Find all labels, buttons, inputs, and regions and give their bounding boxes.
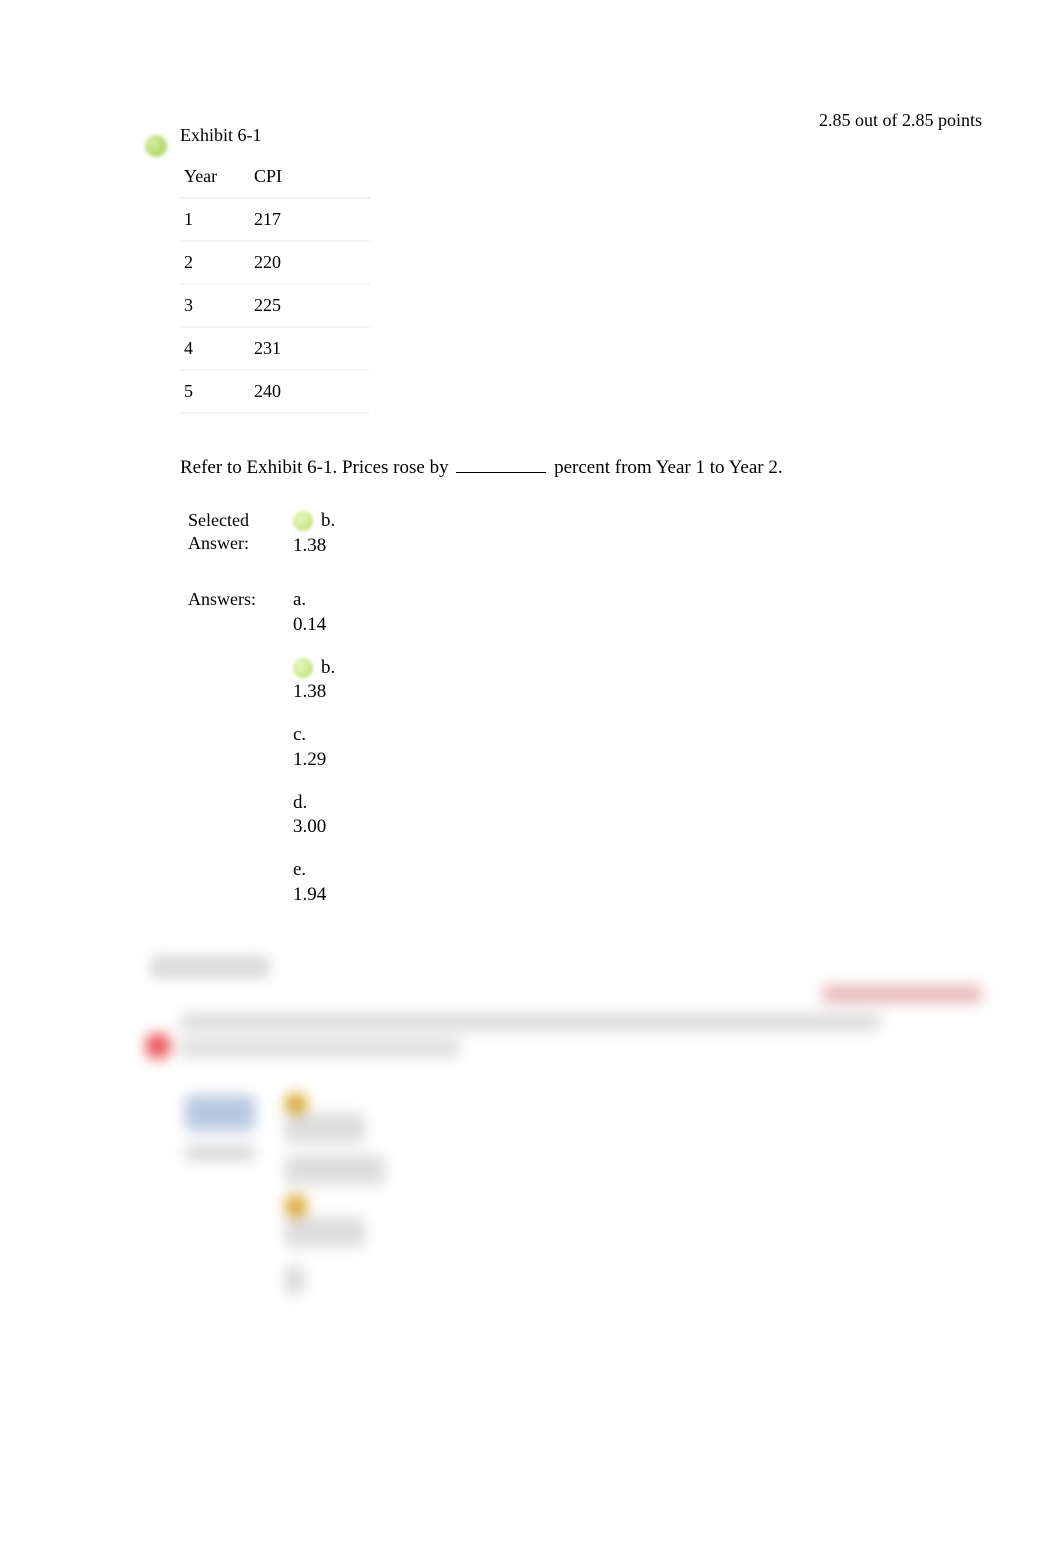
answers-label: Answers: — [188, 588, 273, 611]
correct-icon — [293, 511, 313, 531]
answer-value: 1.29 — [293, 748, 335, 773]
blurred-text-line — [180, 1039, 460, 1057]
cell-cpi: 225 — [250, 284, 370, 327]
answer-letter: d. — [293, 791, 307, 816]
cell-cpi: 217 — [250, 198, 370, 241]
answer-value: 1.94 — [293, 883, 335, 908]
selected-answer-letter: b. — [321, 509, 335, 534]
correct-icon — [293, 658, 313, 678]
cell-year: 1 — [180, 198, 250, 241]
blurred-option — [285, 1265, 305, 1295]
blurred-option — [285, 1155, 385, 1185]
blurred-correct-icon — [285, 1195, 307, 1217]
cell-year: 4 — [180, 327, 250, 370]
answer-value: 0.14 — [293, 613, 335, 638]
table-row: 5240 — [180, 370, 370, 413]
blurred-correct-icon — [285, 1093, 307, 1115]
answers-list-row: Answers: a. 0.14 b. 1.38 c. 1.29 — [188, 588, 982, 925]
blurred-option — [285, 1217, 365, 1247]
cell-year: 2 — [180, 241, 250, 284]
blurred-next-question — [145, 985, 1002, 1305]
answer-value: 3.00 — [293, 815, 335, 840]
answer-option-b: b. 1.38 — [293, 656, 335, 705]
answer-letter: b. — [321, 656, 335, 681]
question-block: Exhibit 6-1 Year CPI 1217 2220 3225 4231… — [0, 0, 1062, 925]
cell-year: 3 — [180, 284, 250, 327]
cell-cpi: 231 — [250, 327, 370, 370]
answers-block: Selected Answer: b. 1.38 Answers: a. 0.1… — [188, 509, 982, 925]
answer-option-c: c. 1.29 — [293, 723, 335, 772]
table-row: 1217 — [180, 198, 370, 241]
blurred-option — [285, 1113, 365, 1143]
blurred-status-icon — [145, 1033, 171, 1059]
exhibit-title: Exhibit 6-1 — [180, 125, 982, 146]
answer-option-e: e. 1.94 — [293, 858, 335, 907]
prompt-prefix: Refer to Exhibit 6-1. Prices rose by — [180, 457, 453, 478]
selected-answer-row: Selected Answer: b. 1.38 — [188, 509, 982, 576]
blurred-answers-label — [185, 1145, 255, 1161]
blurred-selected-label — [185, 1095, 255, 1131]
exhibit-table: Year CPI 1217 2220 3225 4231 5240 — [180, 156, 370, 414]
prompt-suffix: percent from Year 1 to Year 2. — [549, 457, 782, 478]
table-row: 3225 — [180, 284, 370, 327]
correct-status-icon — [145, 135, 167, 157]
answer-option-a: a. 0.14 — [293, 588, 335, 637]
cell-year: 5 — [180, 370, 250, 413]
table-header-row: Year CPI — [180, 156, 370, 198]
table-header-cpi: CPI — [250, 156, 370, 198]
blurred-points — [822, 985, 982, 1003]
blurred-next-question-heading — [150, 955, 270, 979]
table-row: 4231 — [180, 327, 370, 370]
answer-option-d: d. 3.00 — [293, 791, 335, 840]
answer-letter: c. — [293, 723, 306, 748]
cell-cpi: 240 — [250, 370, 370, 413]
cell-cpi: 220 — [250, 241, 370, 284]
answer-value: 1.38 — [293, 680, 335, 705]
question-prompt: Refer to Exhibit 6-1. Prices rose by per… — [180, 454, 982, 479]
answer-letter: a. — [293, 588, 306, 613]
answers-options: a. 0.14 b. 1.38 c. 1.29 d. 3.00 — [293, 588, 335, 925]
selected-answer-label: Selected Answer: — [188, 509, 273, 556]
table-header-year: Year — [180, 156, 250, 198]
selected-answer-value: 1.38 — [293, 534, 335, 559]
selected-answer: b. 1.38 — [293, 509, 335, 558]
table-row: 2220 — [180, 241, 370, 284]
blurred-text-line — [180, 1013, 880, 1031]
fill-in-blank — [456, 454, 546, 473]
answer-letter: e. — [293, 858, 306, 883]
